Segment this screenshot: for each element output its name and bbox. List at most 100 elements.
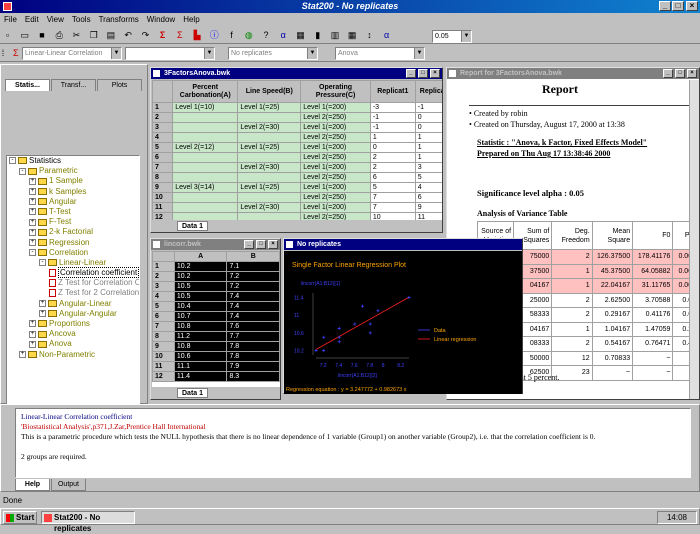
formula-icon[interactable]: f	[225, 29, 238, 42]
menu-view[interactable]: View	[43, 13, 68, 26]
table-cell[interactable]: 11.4	[173, 371, 228, 382]
tree-item[interactable]: + F-Test	[7, 217, 139, 227]
table-cell[interactable]: Level 1(=200)	[300, 142, 371, 153]
table-cell[interactable]	[172, 132, 239, 143]
undo-icon[interactable]: ↶	[122, 29, 135, 42]
row-header[interactable]: 10	[152, 351, 175, 362]
minimize-button[interactable]: _	[659, 1, 671, 11]
replicates-combo[interactable]: No replicates ▼	[228, 47, 318, 60]
table-cell[interactable]	[172, 192, 239, 203]
table-cell[interactable]: 9	[414, 202, 442, 213]
plot-window-titlebar[interactable]: No replicates	[284, 239, 522, 250]
table-cell[interactable]: Level 1(=200)	[300, 102, 371, 113]
table-cell[interactable]: -1	[369, 122, 416, 133]
expand-icon[interactable]: +	[19, 350, 26, 358]
table-cell[interactable]: 10.5	[173, 281, 228, 292]
sheet-tab-data1[interactable]: Data 1	[177, 221, 209, 231]
report-window-titlebar[interactable]: Report for 3FactorsAnova.bwk _ □ ×	[447, 68, 699, 79]
row-header[interactable]: 8	[152, 172, 174, 183]
close-button[interactable]: ×	[430, 69, 440, 78]
table-cell[interactable]: 10	[369, 212, 416, 220]
anova-data-grid[interactable]: Percent Carbonation(A) Line Speed(B) Opera…	[152, 80, 442, 220]
table-cell[interactable]: 11.1	[173, 361, 228, 372]
table-cell[interactable]: Level 2(=30)	[237, 162, 302, 173]
tree-item[interactable]: Z Test for 2 Correlation C...	[7, 288, 139, 298]
table-cell[interactable]: Level 1(=25)	[237, 142, 302, 153]
analysis-combo[interactable]: Linear-Linear Correlation ▼	[22, 47, 122, 60]
table-cell[interactable]: Level 2(=250)	[300, 172, 371, 183]
minimize-button[interactable]: _	[406, 69, 416, 78]
column-header[interactable]: Operating Pressure(C)	[300, 80, 371, 103]
cut-icon[interactable]: ✂	[70, 29, 83, 42]
column-header[interactable]: B	[226, 251, 280, 262]
table-cell[interactable]: 7	[369, 192, 416, 203]
table-cell[interactable]: 2	[369, 152, 416, 163]
chart-icon[interactable]: ▙	[191, 29, 204, 42]
row-header[interactable]: 11	[152, 202, 174, 213]
row-header[interactable]: 10	[152, 192, 174, 203]
close-button[interactable]: ×	[687, 69, 697, 78]
new-file-icon[interactable]: ▫	[1, 29, 14, 42]
print-icon[interactable]: ⎙	[53, 29, 66, 42]
row-header[interactable]: 12	[152, 212, 174, 220]
tree-item[interactable]: + Proportions	[7, 319, 139, 329]
expand-icon[interactable]: +	[29, 238, 36, 246]
row-header[interactable]: 2	[152, 112, 174, 123]
tree-item[interactable]: - Parametric	[7, 166, 139, 176]
row-header[interactable]: 11	[152, 361, 175, 372]
table-cell[interactable]: 6	[414, 192, 442, 203]
redo-icon[interactable]: ↷	[139, 29, 152, 42]
help-icon[interactable]: ?	[260, 29, 273, 42]
table-cell[interactable]: 1	[414, 142, 442, 153]
tree-item[interactable]: + Angular	[7, 197, 139, 207]
table-cell[interactable]: 0	[414, 112, 442, 123]
grid-icon[interactable]: ▦	[346, 29, 359, 42]
table-cell[interactable]: 0	[414, 122, 442, 133]
table-cell[interactable]	[237, 132, 302, 143]
maximize-button[interactable]: □	[675, 69, 685, 78]
tree-item[interactable]: + Regression	[7, 238, 139, 248]
tree-item[interactable]: + Ancova	[7, 329, 139, 339]
table-cell[interactable]: Level 1(=200)	[300, 182, 371, 193]
table-cell[interactable]: 1	[369, 132, 416, 143]
table-cell[interactable]	[172, 162, 239, 173]
table-cell[interactable]: Level 1(=25)	[237, 102, 302, 113]
alpha-select[interactable]: 0.05 ▼	[432, 30, 472, 43]
table-cell[interactable]	[172, 152, 239, 163]
table-cell[interactable]: 10.5	[173, 291, 228, 302]
tree-item[interactable]: + k Samples	[7, 187, 139, 197]
open-folder-icon[interactable]: ▭	[18, 29, 31, 42]
column-header[interactable]: Replicat	[414, 80, 442, 103]
columns-icon[interactable]: ▥	[328, 29, 341, 42]
paste-icon[interactable]: ▤	[104, 29, 117, 42]
table-cell[interactable]: Level 2(=250)	[300, 192, 371, 203]
menu-window[interactable]: Window	[143, 13, 179, 26]
table-cell[interactable]: Level 2(=30)	[237, 202, 302, 213]
maximize-button[interactable]: □	[672, 1, 684, 11]
table-cell[interactable]: 7.8	[226, 351, 280, 362]
help-tab-output[interactable]: Output	[51, 479, 86, 491]
lincorr-data-grid[interactable]: A B 1 10.2 7.1 2 10.2 7.2 3 10.5 7.2 4 10.5 7.4 5 10.4 7…	[152, 251, 280, 382]
table-cell[interactable]: Level 1(=200)	[300, 122, 371, 133]
tree-item[interactable]: +2-k Factorial	[7, 227, 139, 237]
workspace-tab-1[interactable]: Transf...	[51, 79, 96, 91]
table-cell[interactable]: 7.6	[226, 321, 280, 332]
maximize-button[interactable]: □	[418, 69, 428, 78]
table-cell[interactable]: 10.8	[173, 321, 228, 332]
table-cell[interactable]: 3	[414, 162, 442, 173]
table-cell[interactable]: Level 2(=250)	[300, 212, 371, 220]
table-cell[interactable]: Level 2(=12)	[172, 142, 239, 153]
tree-item[interactable]: + Non-Parametric	[7, 350, 139, 360]
row-header[interactable]: 5	[152, 301, 175, 312]
row-header[interactable]: 2	[152, 271, 175, 282]
alpha-icon[interactable]: α	[277, 29, 290, 42]
expand-icon[interactable]: +	[39, 300, 46, 308]
table-cell[interactable]: 7.1	[226, 261, 280, 272]
globe-icon[interactable]: ◍	[242, 29, 255, 42]
column-header[interactable]	[152, 251, 175, 262]
table-cell[interactable]: 7.2	[226, 281, 280, 292]
row-header[interactable]: 9	[152, 182, 174, 193]
column-header[interactable]: A	[173, 251, 228, 262]
table-cell[interactable]	[237, 112, 302, 123]
table-cell[interactable]: 10.7	[173, 311, 228, 322]
